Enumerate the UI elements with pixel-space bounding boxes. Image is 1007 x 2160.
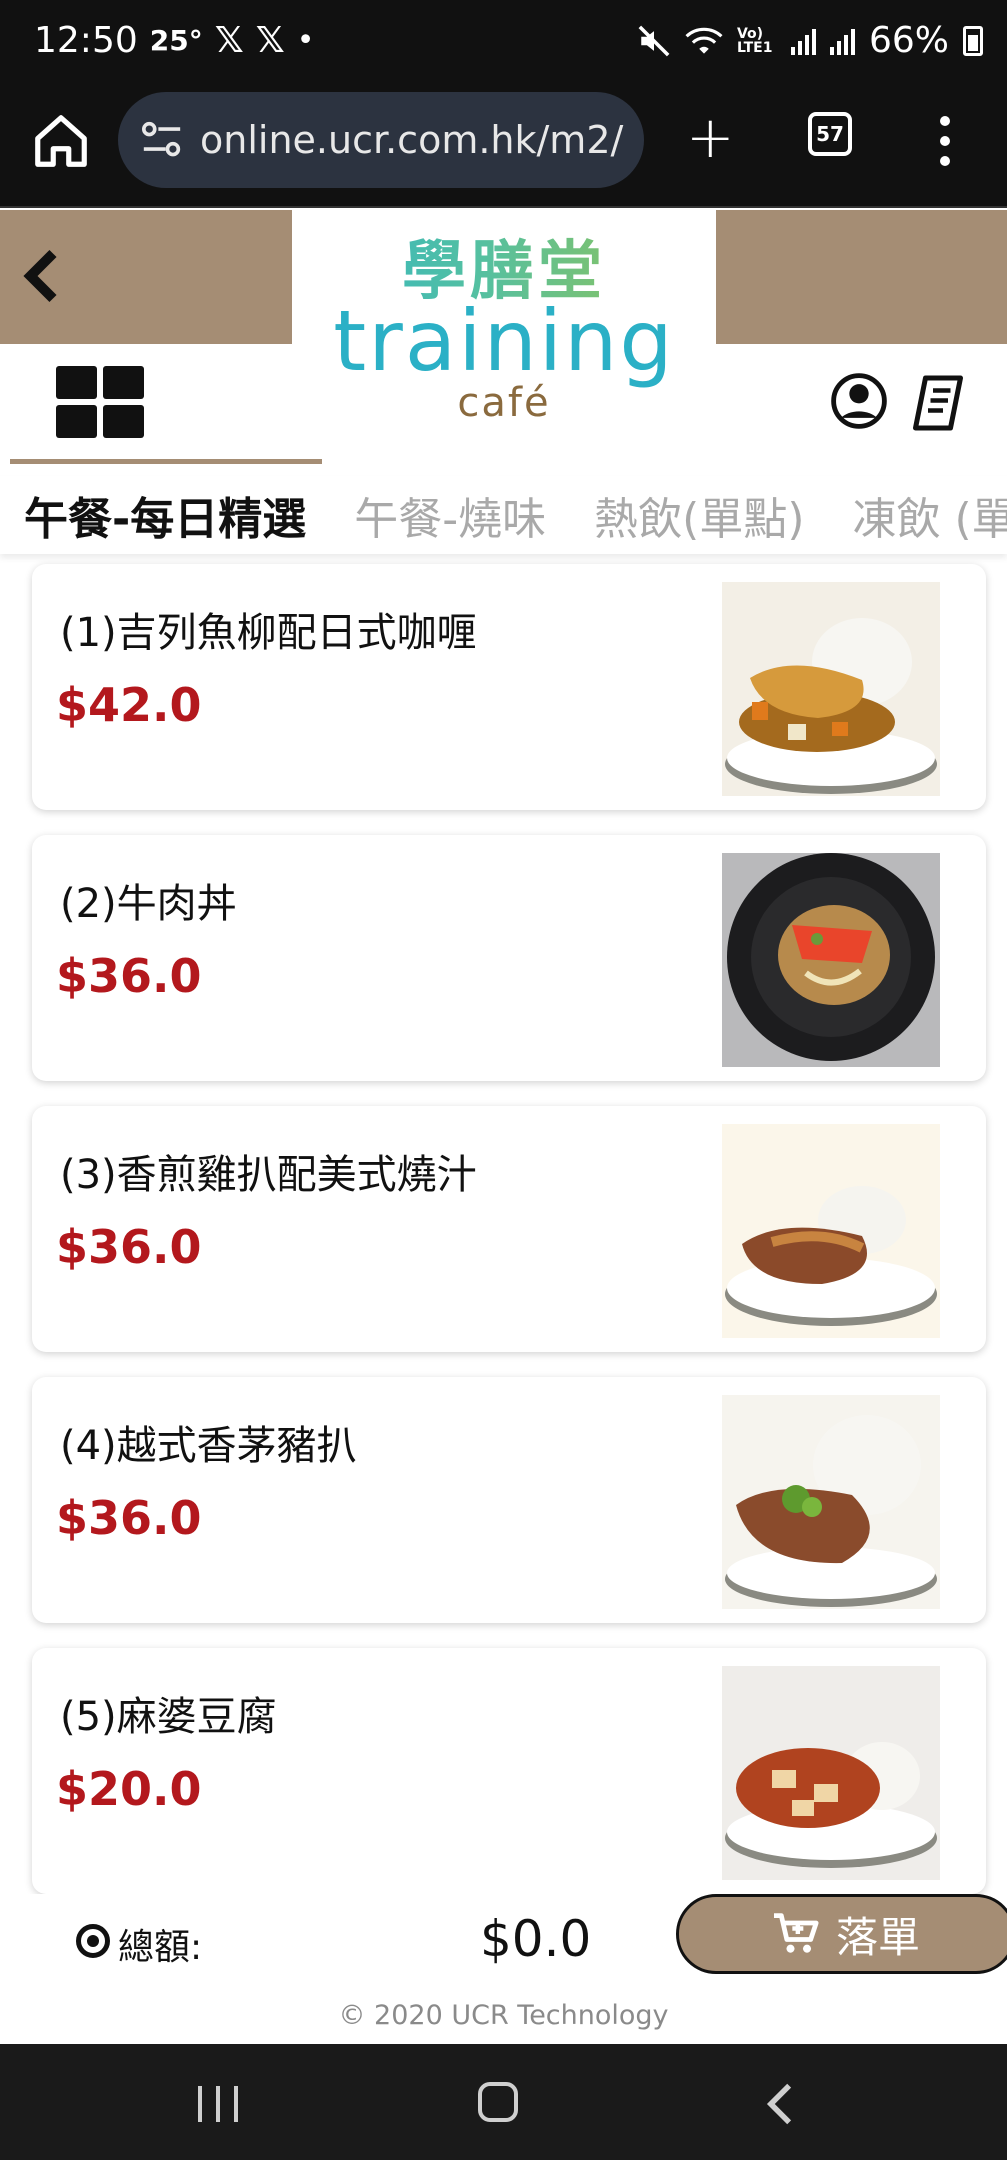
home-nav-icon[interactable] bbox=[478, 2082, 518, 2122]
battery-icon bbox=[963, 25, 983, 56]
signal-icon bbox=[790, 27, 816, 55]
user-account-icon[interactable] bbox=[830, 372, 888, 430]
item-price: $36.0 bbox=[56, 949, 202, 1003]
logo-english: training bbox=[333, 292, 675, 390]
item-name: (1)吉列魚柳配日式咖喱 bbox=[60, 610, 477, 656]
menu-item-card[interactable]: (1)吉列魚柳配日式咖喱 $42.0 bbox=[32, 564, 986, 810]
address-bar[interactable]: online.ucr.com.hk/m2/ bbox=[118, 92, 644, 188]
total-value: $0.0 bbox=[480, 1910, 592, 1968]
logo: 學膳堂 training café bbox=[292, 210, 716, 438]
back-icon[interactable] bbox=[18, 246, 68, 306]
category-tab[interactable]: 熱飲(單點) bbox=[594, 483, 804, 547]
url-text: online.ucr.com.hk/m2/ bbox=[200, 118, 624, 162]
menu-item-card[interactable]: (3)香煎雞扒配美式燒汁 $36.0 bbox=[32, 1106, 986, 1352]
mute-icon bbox=[638, 25, 670, 56]
system-nav-bar bbox=[0, 2044, 1007, 2160]
menu-item-card[interactable]: (5)麻婆豆腐 $20.0 bbox=[32, 1648, 986, 1894]
recents-icon[interactable] bbox=[198, 2086, 238, 2122]
total-label: 總額: bbox=[118, 1927, 203, 1968]
item-photo[interactable] bbox=[722, 1124, 940, 1338]
network-label: Vo) LTE1 bbox=[736, 25, 773, 56]
item-price: $20.0 bbox=[56, 1762, 202, 1816]
notification-dot: • bbox=[296, 23, 315, 58]
menu-item-card[interactable]: (4)越式香茅豬扒 $36.0 bbox=[32, 1377, 986, 1623]
item-photo[interactable] bbox=[722, 1395, 940, 1609]
place-order-button[interactable]: 落單 bbox=[676, 1894, 1007, 1974]
category-tabs: 午餐-每日精選 午餐-燒味 熱飲(單點) 凍飲 (單 bbox=[0, 476, 1007, 554]
grid-view-icon[interactable] bbox=[56, 366, 144, 438]
total-radio-icon bbox=[76, 1924, 110, 1958]
place-order-label: 落單 bbox=[835, 1912, 920, 1962]
home-icon[interactable] bbox=[30, 110, 92, 172]
category-tab[interactable]: 午餐-燒味 bbox=[354, 483, 546, 547]
new-tab-button[interactable]: + bbox=[686, 108, 735, 166]
more-menu-button[interactable] bbox=[940, 116, 952, 166]
back-nav-icon[interactable] bbox=[760, 2082, 800, 2126]
temperature: 25° bbox=[149, 24, 203, 57]
x-app-icon: 𝕏 bbox=[255, 20, 285, 61]
status-bar: 12:50 25° 𝕏 𝕏 • Vo) LTE1 66% bbox=[0, 0, 1007, 88]
clock: 12:50 bbox=[34, 20, 138, 61]
wifi-icon bbox=[685, 27, 723, 54]
active-view-indicator bbox=[10, 459, 322, 464]
item-price: $36.0 bbox=[56, 1220, 202, 1274]
browser-toolbar: online.ucr.com.hk/m2/ + 57 bbox=[0, 88, 1007, 208]
order-receipt-icon[interactable] bbox=[908, 372, 968, 434]
battery-percent: 66% bbox=[868, 20, 949, 61]
copyright: © 2020 UCR Technology bbox=[338, 2000, 669, 2031]
item-photo[interactable] bbox=[722, 853, 940, 1067]
x-app-icon: 𝕏 bbox=[214, 20, 244, 61]
item-photo[interactable] bbox=[722, 582, 940, 796]
order-bar: 總額: $0.0 落單 © 2020 UCR Technology bbox=[0, 1894, 1007, 2044]
item-name: (2)牛肉丼 bbox=[60, 881, 237, 927]
logo-sub: café bbox=[457, 380, 551, 426]
item-name: (4)越式香茅豬扒 bbox=[60, 1423, 357, 1469]
category-tab[interactable]: 凍飲 (單 bbox=[853, 483, 1007, 547]
item-name: (3)香煎雞扒配美式燒汁 bbox=[60, 1152, 477, 1198]
menu-item-card[interactable]: (2)牛肉丼 $36.0 bbox=[32, 835, 986, 1081]
item-name: (5)麻婆豆腐 bbox=[60, 1694, 277, 1740]
item-price: $36.0 bbox=[56, 1491, 202, 1545]
menu-item-list[interactable]: (1)吉列魚柳配日式咖喱 $42.0 (2)牛肉丼 $36.0 (3)香煎雞扒配美式燒汁… bbox=[0, 556, 1007, 1894]
item-price: $42.0 bbox=[56, 678, 202, 732]
item-photo[interactable] bbox=[722, 1666, 940, 1880]
category-tab[interactable]: 午餐-每日精選 bbox=[24, 483, 306, 547]
cart-icon bbox=[773, 1913, 819, 1953]
signal-icon bbox=[829, 27, 855, 55]
site-settings-icon[interactable] bbox=[140, 120, 184, 160]
tab-switcher-button[interactable]: 57 bbox=[808, 112, 852, 156]
